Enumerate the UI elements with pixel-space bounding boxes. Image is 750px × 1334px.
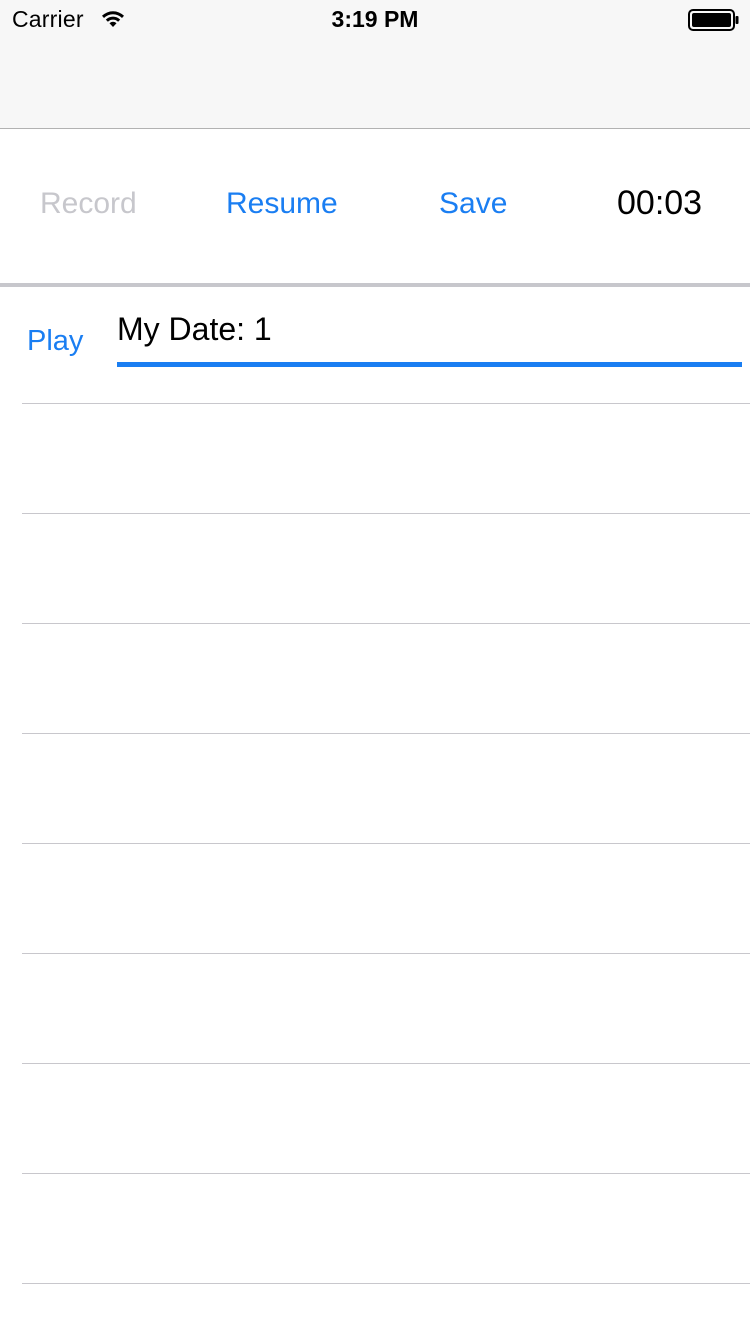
row-separator: [22, 513, 750, 514]
row-separator: [22, 953, 750, 954]
row-separator: [22, 623, 750, 624]
clock-time: 3:19 PM: [331, 6, 419, 32]
row-separator: [22, 1063, 750, 1064]
row-separator: [22, 1283, 750, 1284]
navigation-bar: [0, 40, 750, 129]
row-separator: [22, 843, 750, 844]
play-button[interactable]: Play: [27, 325, 83, 358]
save-button[interactable]: Save: [439, 185, 507, 223]
status-bar: Carrier 3:19 PM: [0, 0, 750, 40]
elapsed-timer: 00:03: [617, 184, 703, 222]
list-item: Play: [0, 287, 750, 403]
recording-name-field[interactable]: [117, 297, 742, 367]
row-separator: [22, 733, 750, 734]
recorder-toolbar: Record Resume Save 00:03: [0, 129, 750, 287]
battery-icon: [688, 9, 739, 31]
recordings-list: Play: [0, 287, 750, 1334]
resume-button[interactable]: Resume: [226, 185, 338, 223]
row-separator: [22, 403, 750, 404]
row-separator: [22, 1173, 750, 1174]
record-button[interactable]: Record: [40, 185, 137, 223]
